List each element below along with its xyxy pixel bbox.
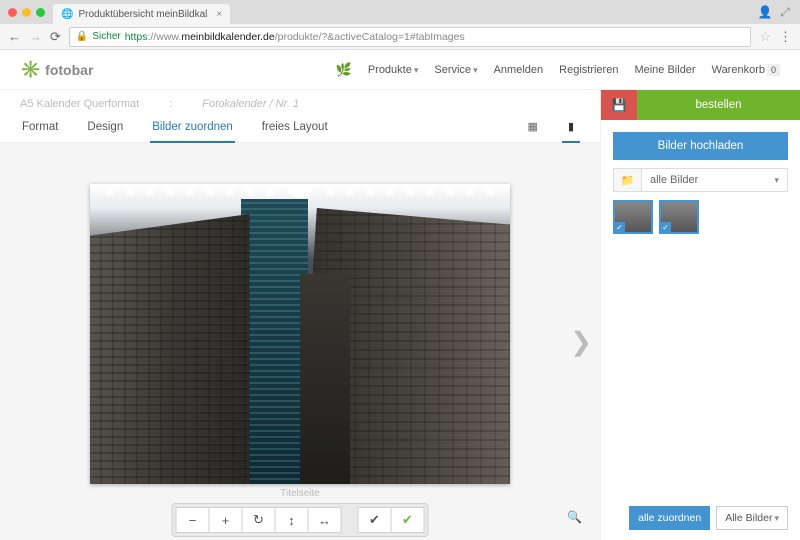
tab-freies-layout[interactable]: freies Layout <box>260 115 330 141</box>
link-anmelden[interactable]: Anmelden <box>494 64 544 76</box>
url-text: https://www.meinbildkalender.de/produkte… <box>125 31 465 43</box>
close-window-icon[interactable] <box>8 8 17 17</box>
fullscreen-icon[interactable]: ⤢ <box>780 5 790 20</box>
breadcrumb-product: A5 Kalender Querformat <box>20 98 139 110</box>
logo-icon: ✳️ <box>20 60 41 80</box>
browser-tab[interactable]: 🌐 Produktübersicht meinBildkal × <box>53 4 230 24</box>
logo[interactable]: ✳️ fotobar <box>20 59 93 81</box>
page-image <box>90 184 510 484</box>
reload-icon[interactable]: ⟳ <box>50 29 61 45</box>
link-registrieren[interactable]: Registrieren <box>559 64 618 76</box>
maximize-window-icon[interactable] <box>36 8 45 17</box>
nav-forward-icon: → <box>29 29 42 44</box>
bookmark-icon[interactable]: ☆ <box>759 29 771 45</box>
breadcrumb: A5 Kalender Querformat : Fotokalender / … <box>0 90 600 114</box>
user-icon[interactable]: 👤 <box>757 5 772 20</box>
secure-label: Sicher <box>92 31 120 42</box>
order-button[interactable]: bestellen <box>637 90 800 120</box>
window-controls[interactable] <box>0 8 53 17</box>
breadcrumb-item: Fotokalender / Nr. 1 <box>202 98 299 110</box>
view-switch: ▦ ▮ <box>522 114 580 142</box>
zoom-out-button[interactable]: − <box>176 507 210 533</box>
all-images-button[interactable]: Alle Bilder▾ <box>716 506 788 530</box>
leaf-icon[interactable]: 🌿 <box>336 62 352 78</box>
chevron-down-icon: ▾ <box>774 175 779 186</box>
tab-favicon-icon: 🌐 <box>61 9 73 20</box>
zoom-icon[interactable]: 🔍 <box>567 510 582 524</box>
save-button[interactable]: 💾 <box>601 90 637 120</box>
tab-bilder-zuordnen[interactable]: Bilder zuordnen <box>150 115 235 143</box>
sidebar-footer: alle zuordnen Alle Bilder▾ <box>601 496 800 540</box>
next-page-icon[interactable]: ❯ <box>570 326 592 357</box>
confirm-button[interactable]: ✔ <box>358 507 392 533</box>
editor-canvas: Titelseite ❯ 🔍 − + ↻ ↕ ↔ ✔ ✔ <box>0 143 600 540</box>
page-subtitle: Titelseite <box>280 488 320 499</box>
lock-icon: 🔒 <box>76 31 88 42</box>
apply-button[interactable]: ✔ <box>391 507 425 533</box>
link-meine-bilder[interactable]: Meine Bilder <box>634 64 695 76</box>
nav-back-icon[interactable]: ← <box>8 29 21 44</box>
menu-service[interactable]: Service▾ <box>434 64 477 76</box>
browser-tab-strip: 🌐 Produktübersicht meinBildkal × 👤 ⤢ <box>0 0 800 24</box>
url-field[interactable]: 🔒 Sicher https://www.meinbildkalender.de… <box>69 27 751 47</box>
thumbnail[interactable]: ✓ <box>659 200 699 234</box>
upload-button[interactable]: Bilder hochladen <box>613 132 788 160</box>
main-area: A5 Kalender Querformat : Fotokalender / … <box>0 90 600 540</box>
folder-icon: 📁 <box>614 169 642 191</box>
site-header: ✳️ fotobar 🌿 Produkte▾ Service▾ Anmelden… <box>0 50 800 90</box>
grid-view-icon[interactable]: ▦ <box>522 114 544 142</box>
menu-icon[interactable]: ⋮ <box>779 29 792 45</box>
flip-horizontal-button[interactable]: ↔ <box>308 507 342 533</box>
order-row: 💾 bestellen <box>601 90 800 120</box>
tab-bar: Format Design Bilder zuordnen freies Lay… <box>0 114 600 143</box>
assign-all-button[interactable]: alle zuordnen <box>629 506 710 530</box>
close-tab-icon[interactable]: × <box>216 9 222 20</box>
content: A5 Kalender Querformat : Fotokalender / … <box>0 90 800 540</box>
single-view-icon[interactable]: ▮ <box>562 114 580 143</box>
tab-format[interactable]: Format <box>20 115 60 141</box>
logo-text: fotobar <box>45 62 93 78</box>
spiral-binding <box>90 188 510 198</box>
minimize-window-icon[interactable] <box>22 8 31 17</box>
tab-title: Produktübersicht meinBildkal <box>78 9 207 20</box>
check-icon: ✓ <box>660 222 671 233</box>
folder-select-value: alle Bilder <box>650 174 698 186</box>
folder-select[interactable]: 📁 alle Bilder ▾ <box>613 168 788 192</box>
toolbar-spacer <box>341 507 359 533</box>
tab-design[interactable]: Design <box>85 115 125 141</box>
thumbnail-list: ✓ ✓ <box>613 200 788 234</box>
zoom-in-button[interactable]: + <box>209 507 243 533</box>
address-bar: ← → ⟳ 🔒 Sicher https://www.meinbildkalen… <box>0 24 800 50</box>
thumbnail[interactable]: ✓ <box>613 200 653 234</box>
calendar-page[interactable] <box>90 184 510 484</box>
link-warenkorb[interactable]: Warenkorb0 <box>712 64 780 76</box>
breadcrumb-sep: : <box>169 98 172 110</box>
menu-produkte[interactable]: Produkte▾ <box>368 64 419 76</box>
check-icon: ✓ <box>614 222 625 233</box>
sidebar: 💾 bestellen Bilder hochladen 📁 alle Bild… <box>600 90 800 540</box>
editor-toolbar: − + ↻ ↕ ↔ ✔ ✔ <box>173 504 428 536</box>
rotate-button[interactable]: ↻ <box>242 507 276 533</box>
flip-vertical-button[interactable]: ↕ <box>275 507 309 533</box>
